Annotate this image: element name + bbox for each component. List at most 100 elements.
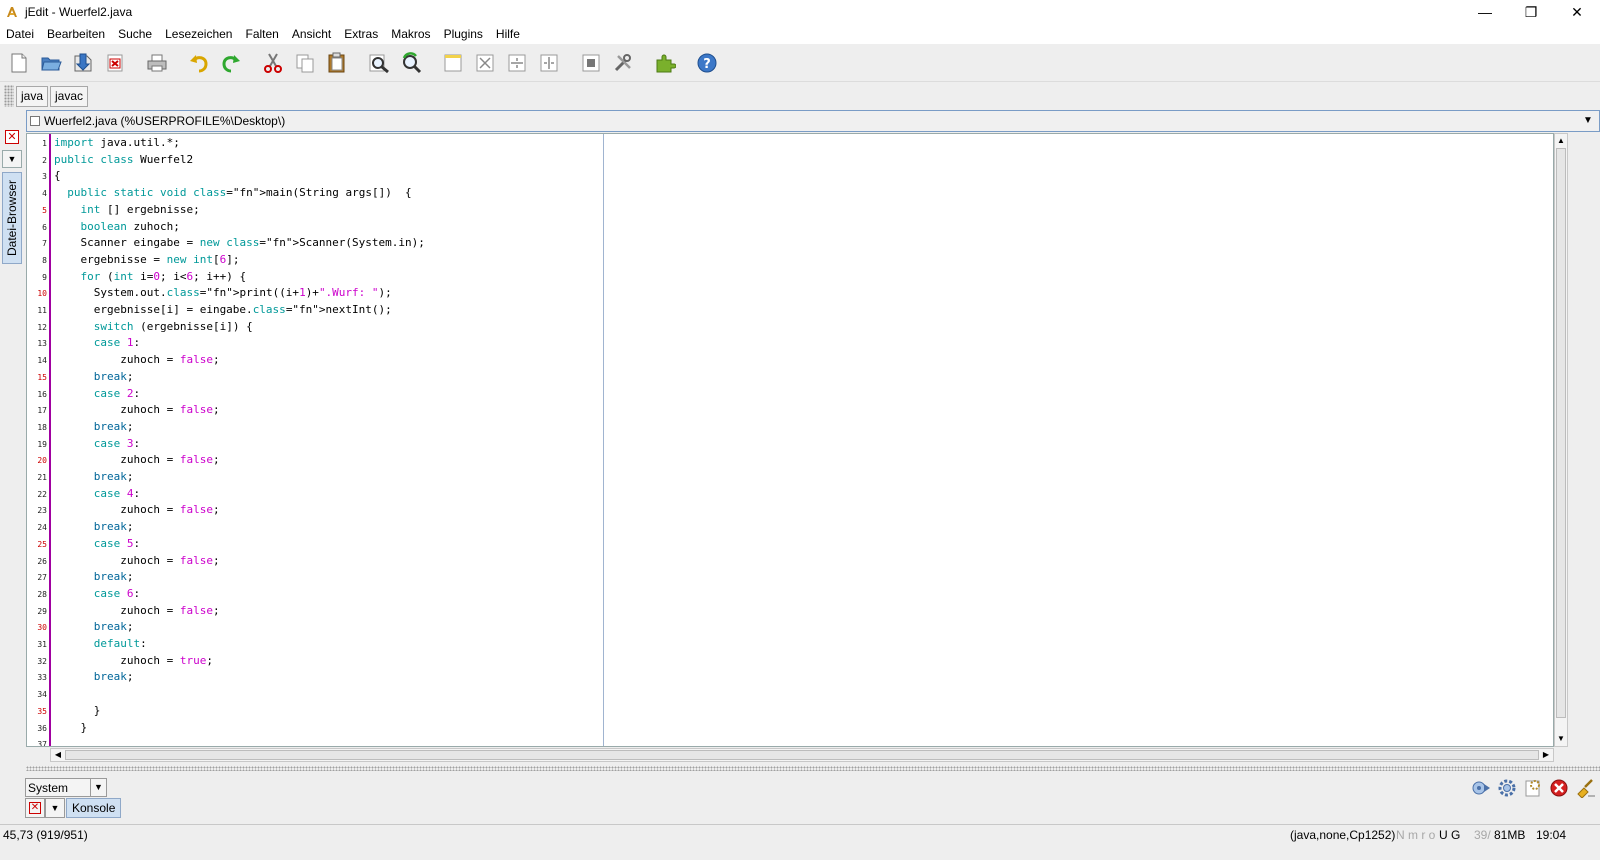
code-line[interactable]: break; (54, 669, 134, 685)
line-number[interactable]: 35 (27, 707, 47, 716)
menu-extras[interactable]: Extras (344, 27, 378, 41)
print-button[interactable] (144, 50, 170, 76)
new-view-button[interactable] (440, 50, 466, 76)
line-number[interactable]: 13 (27, 339, 47, 348)
minimize-button[interactable]: — (1462, 0, 1508, 24)
line-number[interactable]: 12 (27, 323, 47, 332)
menu-falten[interactable]: Falten (245, 27, 278, 41)
code-line[interactable]: Scanner eingabe = new class="fn">Scanner… (54, 235, 424, 251)
line-number[interactable]: 1 (27, 139, 47, 148)
code-line[interactable]: case 3: (54, 436, 140, 452)
console-shell-select[interactable]: System ▼ (25, 778, 107, 797)
code-line[interactable]: zuhoch = false; (54, 402, 219, 418)
close-buffer-button[interactable] (102, 50, 128, 76)
code-line[interactable]: } (54, 703, 101, 719)
undo-button[interactable] (186, 50, 212, 76)
line-number[interactable]: 20 (27, 456, 47, 465)
tab-datei-browser[interactable]: Datei-Browser (2, 172, 22, 264)
console-compile-button[interactable] (1522, 778, 1544, 798)
line-number[interactable]: 9 (27, 273, 47, 282)
redo-button[interactable] (218, 50, 244, 76)
buffer-switcher[interactable]: Wuerfel2.java (%USERPROFILE%\Desktop\) ▼ (26, 110, 1600, 132)
line-number[interactable]: 17 (27, 406, 47, 415)
line-number[interactable]: 37 (27, 740, 47, 746)
line-number[interactable]: 32 (27, 657, 47, 666)
save-button[interactable] (70, 50, 96, 76)
new-file-button[interactable] (6, 50, 32, 76)
find-replace-button[interactable] (398, 50, 424, 76)
close-window-button[interactable]: ✕ (1554, 0, 1600, 24)
code-line[interactable]: zuhoch = false; (54, 603, 219, 619)
buffer-mode-info[interactable]: (java,none,Cp1252) (1290, 828, 1395, 842)
line-number[interactable]: 28 (27, 590, 47, 599)
code-line[interactable]: System.out.class="fn">print((i+1)+".Wurf… (54, 285, 392, 301)
line-number[interactable]: 24 (27, 523, 47, 532)
code-line[interactable]: } (54, 720, 87, 736)
close-dock-icon[interactable]: ✕ (5, 130, 19, 144)
line-number[interactable]: 4 (27, 189, 47, 198)
menu-suche[interactable]: Suche (118, 27, 152, 41)
line-number[interactable]: 2 (27, 156, 47, 165)
line-number[interactable]: 27 (27, 573, 47, 582)
copy-button[interactable] (292, 50, 318, 76)
text-area[interactable]: 1 2 3 4 5 6 7 8 9 10 11 12 13 14 15 16 17 18 19 20 21 22 23 24 2… (26, 133, 1554, 747)
bottom-dock-menu-chevron-down-icon[interactable]: ▼ (45, 798, 65, 818)
console-stop-button[interactable] (1548, 778, 1570, 798)
bottom-dock-splitter[interactable] (26, 766, 1600, 771)
buffer-flags-ug[interactable]: U G (1439, 828, 1460, 842)
vertical-scroll-thumb[interactable] (1556, 148, 1566, 718)
menu-ansicht[interactable]: Ansicht (292, 27, 331, 41)
memory-usage-faded[interactable]: 39/ (1474, 828, 1491, 842)
horizontal-scroll-thumb[interactable] (65, 750, 1539, 760)
line-number-gutter[interactable]: 1 2 3 4 5 6 7 8 9 10 11 12 13 14 15 16 17 18 19 20 21 22 23 24 2… (27, 134, 51, 746)
code-line[interactable]: zuhoch = false; (54, 452, 219, 468)
code-line[interactable]: break; (54, 469, 134, 485)
code-line[interactable]: zuhoch = true; (54, 653, 213, 669)
line-number[interactable]: 10 (27, 289, 47, 298)
line-number[interactable]: 23 (27, 506, 47, 515)
line-number[interactable]: 5 (27, 206, 47, 215)
line-number[interactable]: 16 (27, 390, 47, 399)
menu-plugins[interactable]: Plugins (444, 27, 483, 41)
line-number[interactable]: 3 (27, 172, 47, 181)
line-number[interactable]: 31 (27, 640, 47, 649)
java-button[interactable]: java (16, 85, 49, 107)
scroll-right-icon[interactable]: ▶ (1539, 749, 1553, 761)
code-line[interactable]: case 4: (54, 486, 140, 502)
vertical-scrollbar[interactable]: ▲ ▼ (1554, 133, 1568, 747)
split-vertical-button[interactable] (536, 50, 562, 76)
paste-button[interactable] (324, 50, 350, 76)
line-number[interactable]: 22 (27, 490, 47, 499)
memory-usage[interactable]: 81MB (1494, 828, 1525, 842)
scroll-left-icon[interactable]: ◀ (51, 749, 65, 761)
dock-menu-chevron-down-icon[interactable]: ▼ (2, 150, 22, 168)
menu-hilfe[interactable]: Hilfe (496, 27, 520, 41)
buffer-options-button[interactable] (578, 50, 604, 76)
code-line[interactable]: zuhoch = false; (54, 352, 219, 368)
line-number[interactable]: 25 (27, 540, 47, 549)
javac-button[interactable]: javac (50, 85, 89, 107)
code-line[interactable]: case 2: (54, 386, 140, 402)
code-line[interactable]: public static void class="fn">main(Strin… (54, 185, 411, 201)
code-line[interactable]: zuhoch = false; (54, 553, 219, 569)
menu-lesezeichen[interactable]: Lesezeichen (165, 27, 232, 41)
toolbar-grip[interactable] (4, 85, 14, 107)
line-number[interactable]: 33 (27, 673, 47, 682)
open-file-button[interactable] (38, 50, 64, 76)
console-clear-button[interactable] (1574, 778, 1596, 798)
code-line[interactable]: for (int i=0; i<6; i++) { (54, 269, 247, 285)
line-number[interactable]: 6 (27, 223, 47, 232)
line-number[interactable]: 11 (27, 306, 47, 315)
line-number[interactable]: 36 (27, 724, 47, 733)
code-line[interactable]: case 5: (54, 536, 140, 552)
menu-bearbeiten[interactable]: Bearbeiten (47, 27, 105, 41)
close-bottom-dock-button[interactable]: ✕ (25, 798, 45, 818)
horizontal-scrollbar[interactable]: ◀ ▶ (50, 748, 1554, 762)
buffer-flags[interactable]: N m r o (1396, 828, 1435, 842)
code-line[interactable]: break; (54, 419, 134, 435)
code-line[interactable]: break; (54, 569, 134, 585)
code-line[interactable]: break; (54, 519, 134, 535)
line-number[interactable]: 26 (27, 557, 47, 566)
line-number[interactable]: 21 (27, 473, 47, 482)
code-line[interactable]: break; (54, 619, 134, 635)
